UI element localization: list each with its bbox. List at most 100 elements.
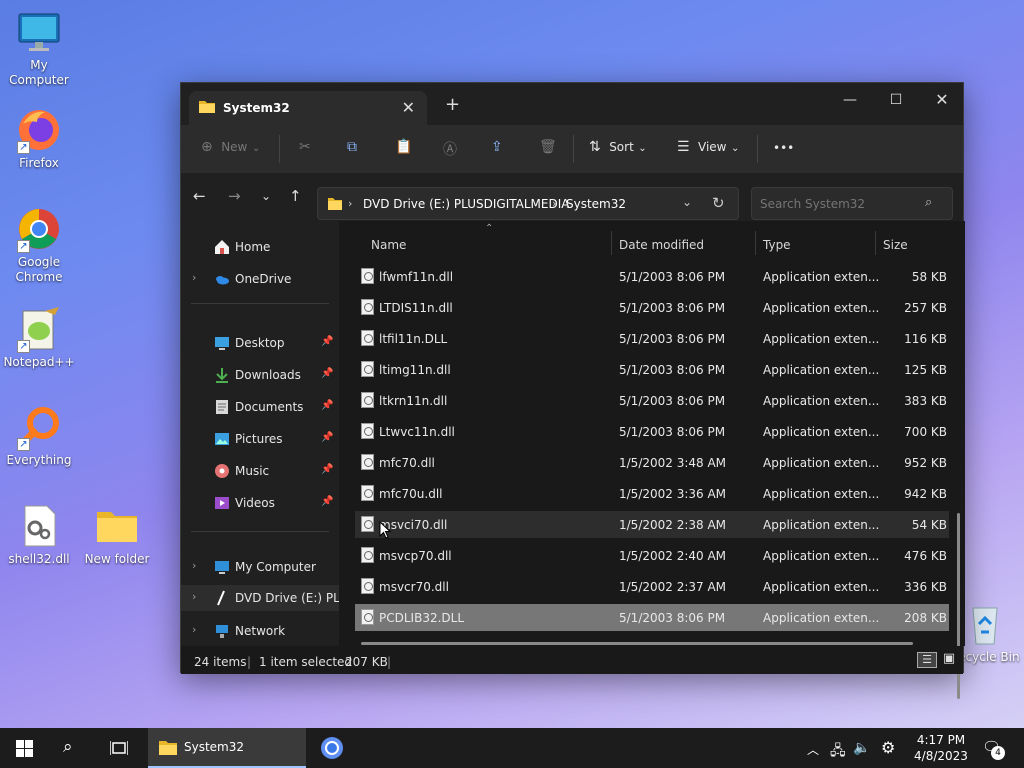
tab-system32[interactable]: System32 ✕: [189, 91, 427, 125]
desktop-icon-everything[interactable]: ↗ Everything: [0, 403, 78, 468]
windows-start-icon[interactable]: [16, 740, 33, 757]
close-tab-icon[interactable]: ✕: [402, 98, 415, 117]
expand-chevron-icon[interactable]: ›: [192, 559, 196, 572]
nav-item-my-computer[interactable]: › My Computer: [181, 554, 339, 580]
file-row[interactable]: mfc70u.dll 1/5/2002 3:36 AM Application ex…: [355, 480, 949, 507]
horizontal-scrollbar[interactable]: [361, 642, 913, 645]
desktop-icon-chrome[interactable]: ↗ Google Chrome: [0, 205, 78, 285]
desktop-icon-my-computer[interactable]: My Computer: [0, 8, 78, 88]
file-row[interactable]: lfwmf11n.dll 5/1/2003 8:06 PM Application …: [355, 263, 949, 290]
nav-item-desktop[interactable]: Desktop 📌: [181, 330, 339, 356]
file-size: 125 KB: [904, 363, 947, 377]
nav-item-dvd-drive[interactable]: › DVD Drive (E:) PLUS: [181, 585, 339, 611]
expand-chevron-icon[interactable]: ›: [192, 271, 196, 284]
file-row[interactable]: msvcp70.dll 1/5/2002 2:40 AM Application e…: [355, 542, 949, 569]
details-view-icon[interactable]: ☰: [917, 652, 937, 668]
chrome-taskbar-icon[interactable]: [320, 736, 344, 760]
file-type: Application exten...: [763, 332, 880, 346]
notification-center-button[interactable]: 🗨 4: [982, 738, 1005, 760]
settings-gear-icon[interactable]: ⚙: [881, 738, 895, 757]
search-input[interactable]: [751, 187, 953, 220]
file-name: lfwmf11n.dll: [379, 270, 454, 284]
pin-icon[interactable]: 📌: [321, 368, 333, 379]
forward-arrow-icon[interactable]: →: [228, 187, 241, 205]
close-window-button[interactable]: ✕: [919, 87, 965, 113]
cut-icon[interactable]: ✂: [299, 139, 311, 155]
taskbar-app-file-explorer[interactable]: System32: [148, 728, 306, 768]
minimize-button[interactable]: —: [827, 87, 873, 113]
pin-icon[interactable]: 📌: [321, 336, 333, 347]
address-bar[interactable]: › DVD Drive (E:) PLUSDIGITALMEDIA › Syst…: [317, 187, 739, 220]
search-icon[interactable]: ⌕: [63, 737, 73, 757]
show-hidden-icons-chevron-icon[interactable]: ︿: [807, 741, 819, 758]
column-date-modified[interactable]: Date modified: [619, 238, 704, 252]
file-row[interactable]: msvcr70.dll 1/5/2002 2:37 AM Application e…: [355, 573, 949, 600]
tiles-view-icon[interactable]: ▣: [941, 652, 957, 668]
breadcrumb-dvd-drive[interactable]: DVD Drive (E:) PLUSDIGITALMEDIA: [363, 197, 569, 211]
breadcrumb-separator-icon: ›: [552, 197, 557, 210]
breadcrumb-separator-icon: ›: [348, 197, 353, 210]
expand-chevron-icon[interactable]: ›: [192, 590, 196, 603]
view-button[interactable]: ☰ View ⌄: [677, 139, 739, 155]
file-row[interactable]: PCDLIB32.DLL 5/1/2003 8:06 PM Application …: [355, 604, 949, 631]
nav-item-pictures[interactable]: Pictures 📌: [181, 426, 339, 452]
file-row[interactable]: Ltwvc11n.dll 5/1/2003 8:06 PM Application …: [355, 418, 949, 445]
column-divider[interactable]: [755, 231, 756, 255]
desktop-icon-label: Everything: [6, 453, 72, 467]
recycle-bin-icon: [961, 600, 1009, 648]
new-button[interactable]: ⊕ New ⌄: [201, 139, 260, 155]
column-type[interactable]: Type: [763, 238, 791, 252]
search-icon[interactable]: ⌕: [925, 195, 932, 210]
desktop-icon-new-folder[interactable]: New folder: [78, 502, 156, 567]
file-explorer-window: System32 ✕ + — ☐ ✕ ⊕ New ⌄ ✂ ⧉ 📋 Ⓐ ⇪ 🗑 ⇅…: [180, 82, 965, 699]
column-divider[interactable]: [611, 231, 612, 255]
breadcrumb-system32[interactable]: System32: [566, 197, 626, 211]
rename-icon[interactable]: Ⓐ: [443, 139, 457, 159]
task-view-icon[interactable]: [110, 740, 128, 756]
network-icon[interactable]: 🖧: [830, 740, 846, 764]
nav-item-onedrive[interactable]: › OneDrive: [181, 266, 339, 292]
column-divider[interactable]: [875, 231, 876, 255]
nav-item-videos[interactable]: Videos 📌: [181, 490, 339, 516]
dll-file-icon: [361, 299, 374, 315]
more-options-icon[interactable]: •••: [773, 141, 794, 155]
file-row[interactable]: mfc70.dll 1/5/2002 3:48 AM Application ext…: [355, 449, 949, 476]
pin-icon[interactable]: 📌: [321, 464, 333, 475]
up-arrow-icon[interactable]: ↑: [289, 187, 302, 205]
desktop-icon-firefox[interactable]: ↗ Firefox: [0, 106, 78, 171]
nav-divider: [191, 303, 329, 304]
nav-item-music[interactable]: Music 📌: [181, 458, 339, 484]
refresh-icon[interactable]: ↻: [712, 194, 725, 212]
volume-icon[interactable]: 🔈: [853, 740, 870, 756]
clock[interactable]: 4:17 PM 4/8/2023: [910, 732, 972, 764]
file-row[interactable]: ltfil11n.DLL 5/1/2003 8:06 PM Application …: [355, 325, 949, 352]
new-tab-icon[interactable]: +: [445, 94, 460, 115]
list-view-icon: ☰: [677, 139, 690, 155]
delete-icon[interactable]: 🗑: [539, 139, 557, 155]
column-size[interactable]: Size: [883, 238, 908, 252]
pin-icon[interactable]: 📌: [321, 400, 333, 411]
pin-icon[interactable]: 📌: [321, 432, 333, 443]
recent-locations-chevron-icon[interactable]: ⌄: [261, 189, 271, 203]
sort-button[interactable]: ⇅ Sort ⌄: [589, 139, 647, 155]
nav-item-home[interactable]: Home: [181, 234, 339, 260]
desktop-icon-notepadpp[interactable]: ↗ Notepad++: [0, 305, 78, 370]
nav-item-downloads[interactable]: Downloads 📌: [181, 362, 339, 388]
maximize-button[interactable]: ☐: [873, 87, 919, 113]
pin-icon[interactable]: 📌: [321, 496, 333, 507]
nav-item-network[interactable]: › Network: [181, 618, 339, 644]
paste-icon[interactable]: 📋: [395, 139, 412, 155]
file-row[interactable]: msvci70.dll 1/5/2002 2:38 AM Application e…: [355, 511, 949, 538]
file-row[interactable]: ltimg11n.dll 5/1/2003 8:06 PM Application …: [355, 356, 949, 383]
file-row[interactable]: ltkrn11n.dll 5/1/2003 8:06 PM Application …: [355, 387, 949, 414]
column-name[interactable]: Name: [371, 238, 406, 252]
share-icon[interactable]: ⇪: [491, 139, 503, 155]
desktop-icon-shell32[interactable]: shell32.dll: [0, 502, 78, 567]
copy-icon[interactable]: ⧉: [347, 139, 357, 155]
back-arrow-icon[interactable]: ←: [193, 187, 206, 205]
file-row[interactable]: LTDIS11n.dll 5/1/2003 8:06 PM Application …: [355, 294, 949, 321]
address-history-chevron-icon[interactable]: ⌄: [682, 195, 692, 209]
nav-item-documents[interactable]: Documents 📌: [181, 394, 339, 420]
expand-chevron-icon[interactable]: ›: [192, 623, 196, 636]
sort-label: Sort: [609, 140, 634, 154]
